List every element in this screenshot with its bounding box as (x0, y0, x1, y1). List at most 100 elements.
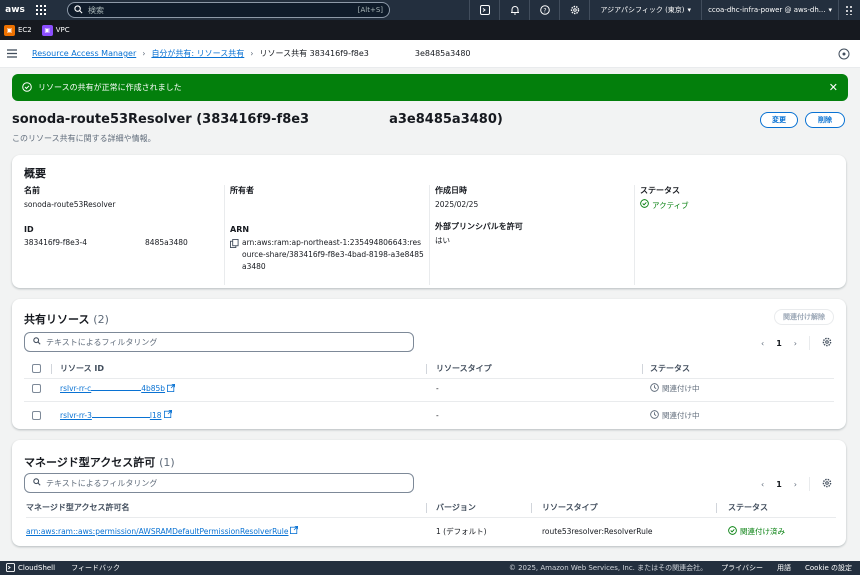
owner-value (230, 199, 424, 211)
managed-permissions-count: (1) (159, 456, 175, 469)
help-icon[interactable]: ? (529, 0, 559, 20)
shared-resources-count: (2) (93, 313, 109, 326)
arn-value-text: arn:aws:ram:ap-northeast-1:235494806643:… (242, 238, 424, 271)
page-number[interactable]: 1 (776, 480, 782, 489)
menu-hamburger-icon[interactable] (0, 49, 24, 58)
status-value: アクティブ (652, 200, 689, 210)
row-checkbox[interactable] (32, 410, 41, 420)
id-label: ID (24, 225, 34, 234)
top-navigation: aws 検索 [Alt+S] ? アジアパシフィック (東京) ▾ ccoa-d… (0, 0, 860, 20)
region-label: アジアパシフィック (東京) (600, 6, 685, 14)
arn-label: ARN (230, 225, 250, 234)
resource-id-cell: rslvr-rr-3 l18 (60, 402, 172, 428)
column-header-permission-name[interactable]: マネージド型アクセス許可名 (26, 498, 129, 517)
chevron-right-icon: › (250, 49, 254, 58)
aws-logo[interactable]: aws (0, 0, 30, 20)
aws-logo-text: aws (5, 5, 25, 15)
external-principals-value: はい (435, 236, 450, 245)
region-selector[interactable]: アジアパシフィック (東京) ▾ (589, 0, 701, 20)
column-header-resource-type[interactable]: リソースタイプ (542, 498, 598, 517)
chevron-right-icon[interactable]: › (794, 339, 797, 348)
cookie-settings-link[interactable]: Cookie の設定 (805, 563, 852, 573)
copy-icon[interactable] (230, 239, 239, 273)
page-number[interactable]: 1 (776, 339, 782, 348)
page-description: このリソース共有に関する詳細や情報。 (12, 134, 156, 143)
edit-button[interactable]: 変更 (760, 112, 798, 128)
delete-button[interactable]: 削除 (805, 112, 845, 128)
account-menu[interactable]: ccoa-dhc-infra-power @ aws-dh... ▾ (701, 0, 838, 20)
chevron-left-icon[interactable]: ‹ (761, 339, 764, 348)
status-cell: 関連付け中 (650, 402, 700, 428)
table-row: arn:aws:ram::aws:permission/AWSRAMDefaul… (26, 518, 836, 544)
clock-icon (650, 383, 659, 394)
preferences-gear-icon[interactable] (822, 337, 832, 349)
info-panel-icon[interactable] (838, 48, 850, 60)
permissions-table-header: マネージド型アクセス許可名 バージョン リソースタイプ ステータス (26, 498, 836, 518)
resource-id-link[interactable]: rslvr-rr-c 4b85b (60, 384, 165, 393)
detach-button[interactable]: 関連付け解除 (774, 309, 834, 325)
breadcrumb-link-ram[interactable]: Resource Access Manager (32, 49, 136, 58)
cloudshell-icon[interactable] (469, 0, 499, 20)
svg-text:?: ? (543, 7, 546, 14)
favorite-service-vpc[interactable]: ▣ VPC (41, 24, 70, 36)
arn-value: arn:aws:ram:ap-northeast-1:235494806643:… (230, 237, 424, 273)
status-text: 関連付け中 (662, 410, 700, 420)
settings-gear-icon[interactable] (559, 0, 589, 20)
managed-permissions-title: マネージド型アクセス許可 (24, 456, 156, 469)
column-header-version[interactable]: バージョン (436, 498, 476, 517)
success-check-icon (640, 199, 649, 212)
status-text: 関連付け済み (740, 526, 785, 536)
permissions-filter-input[interactable]: テキストによるフィルタリング (24, 473, 414, 493)
notifications-bell-icon[interactable] (499, 0, 529, 20)
breadcrumb-link-shared-by-me[interactable]: 自分が共有: リソース共有 (151, 48, 244, 59)
resource-id-text: rslvr-rr-c (60, 384, 92, 393)
search-icon (33, 478, 41, 488)
resources-pagination: ‹ 1 › (761, 336, 832, 350)
terminal-icon (5, 562, 15, 574)
select-all-checkbox[interactable] (32, 364, 41, 373)
account-label: ccoa-dhc-infra-power @ aws-dh... (708, 6, 826, 14)
vpc-service-icon: ▣ (41, 24, 53, 36)
created-value: 2025/02/25 (435, 200, 479, 209)
column-separator (426, 364, 427, 374)
chevron-left-icon[interactable]: ‹ (761, 480, 764, 489)
search-icon (33, 337, 41, 347)
resource-type-cell: - (436, 410, 439, 420)
preferences-gear-icon[interactable] (822, 478, 832, 490)
chevron-down-icon: ▾ (828, 6, 832, 14)
search-shortcut: [Alt+S] (357, 6, 383, 14)
terms-link[interactable]: 用語 (777, 563, 791, 573)
breadcrumb: Resource Access Manager › 自分が共有: リソース共有 … (24, 48, 471, 59)
row-checkbox[interactable] (32, 384, 41, 393)
favorite-service-ec2[interactable]: ▣ EC2 (4, 24, 32, 36)
permission-name-link[interactable]: arn:aws:ram::aws:permission/AWSRAMDefaul… (26, 527, 288, 536)
chevron-right-icon: › (142, 49, 146, 58)
more-menu-icon[interactable] (838, 0, 860, 20)
privacy-link[interactable]: プライバシー (721, 563, 763, 573)
column-separator (642, 364, 643, 374)
feedback-link[interactable]: フィードバック (71, 563, 120, 573)
column-separator (716, 503, 717, 513)
flash-message: リソースの共有が正常に作成されました (38, 83, 182, 92)
chevron-right-icon[interactable]: › (794, 480, 797, 489)
status-cell: 関連付け中 (650, 376, 700, 401)
search-input[interactable]: 検索 [Alt+S] (67, 2, 390, 18)
close-icon[interactable]: ✕ (829, 81, 838, 94)
page-title: sonoda-route53Resolver (383416f9-f8e3 a3e… (12, 112, 503, 127)
resource-id-link[interactable]: rslvr-rr-3 l18 (60, 411, 162, 420)
status-badge: アクティブ (640, 199, 839, 212)
services-menu-icon[interactable] (30, 5, 52, 15)
cloudshell-button[interactable]: CloudShell (5, 562, 55, 574)
chevron-down-icon: ▾ (687, 6, 692, 14)
success-check-icon (728, 525, 737, 537)
column-header-status[interactable]: ステータス (728, 498, 768, 517)
managed-permissions-heading: マネージド型アクセス許可 (1) (24, 454, 175, 470)
table-row: rslvr-rr-3 l18 - 関連付け中 (24, 402, 834, 428)
version-cell: 1 (デフォルト) (436, 526, 487, 536)
resources-filter-input[interactable]: テキストによるフィルタリング (24, 332, 414, 352)
ec2-service-icon: ▣ (4, 24, 15, 36)
summary-col-3: 作成日時 2025/02/25 外部プリンシパルを許可 はい (429, 185, 634, 285)
permission-name-cell: arn:aws:ram::aws:permission/AWSRAMDefaul… (26, 518, 299, 544)
status-label: ステータス (640, 186, 680, 195)
resource-type-cell: route53resolver:ResolverRule (542, 526, 653, 536)
